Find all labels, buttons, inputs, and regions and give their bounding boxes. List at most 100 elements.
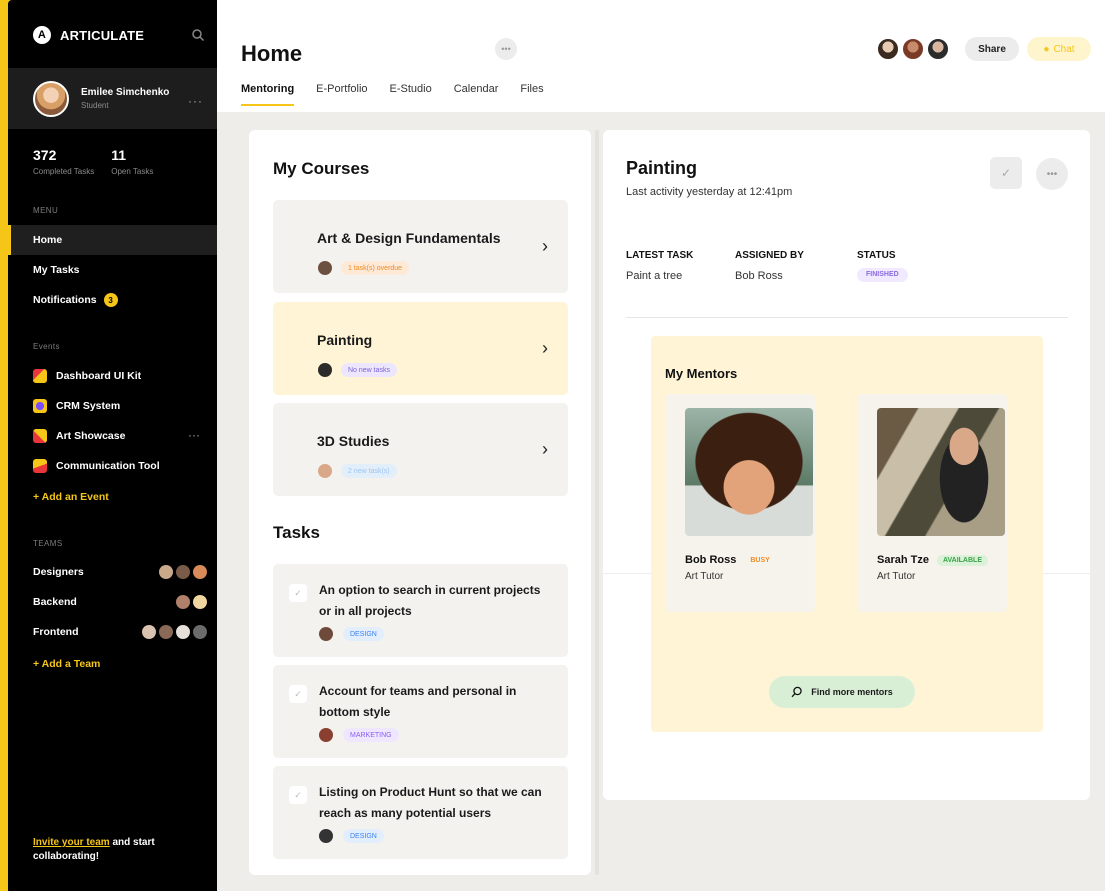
- user-name: Emilee Simchenko: [81, 87, 170, 98]
- courses-panel: My Courses Art & Design Fundamentals › 1…: [249, 130, 591, 875]
- brand[interactable]: A ARTICULATE: [33, 26, 144, 44]
- check-icon: ✓: [1000, 166, 1012, 180]
- mentor-name-text: Sarah Tze: [877, 554, 929, 566]
- courses-title: My Courses: [273, 159, 370, 178]
- team-label: Backend: [33, 596, 77, 608]
- team-backend[interactable]: Backend: [33, 595, 213, 609]
- divider: [626, 317, 1068, 318]
- event-item-dashboard-ui-kit[interactable]: Dashboard UI Kit: [33, 369, 141, 383]
- course-detail-panel: Painting Last activity yesterday at 12:4…: [603, 130, 1090, 800]
- find-more-label: Find more mentors: [811, 687, 893, 697]
- course-card[interactable]: Art & Design Fundamentals › 1 task(s) ov…: [273, 200, 568, 293]
- top-bar: Home ••• Mentoring E-Portfolio E-Studio …: [217, 0, 1105, 112]
- event-icon: [33, 369, 47, 383]
- assigned-by: ASSIGNED BY Bob Ross: [735, 250, 804, 282]
- add-team-link[interactable]: + Add a Team: [33, 658, 100, 670]
- nav-notifications[interactable]: Notifications 3: [8, 285, 217, 315]
- event-item-art-showcase[interactable]: Art Showcase: [33, 429, 125, 443]
- stat-label: Open Tasks: [111, 167, 154, 176]
- nav-label: My Tasks: [33, 264, 80, 276]
- more-button[interactable]: •••: [1036, 158, 1068, 190]
- detail-subtitle: Last activity yesterday at 12:41pm: [626, 186, 793, 198]
- event-icon: [33, 429, 47, 443]
- mentor-status-badge: BUSY: [750, 556, 770, 564]
- scrollbar[interactable]: [595, 130, 599, 875]
- task-tag: MARKETING: [343, 728, 399, 742]
- add-event-link[interactable]: + Add an Event: [33, 491, 109, 503]
- course-tag: 2 new task(s): [341, 464, 397, 478]
- task-title: Account for teams and personal in bottom…: [319, 684, 517, 719]
- mentor-photo: [685, 408, 813, 536]
- tab-calendar[interactable]: Calendar: [454, 83, 499, 106]
- team-avatars: [159, 565, 207, 579]
- more-icon[interactable]: •••: [495, 38, 517, 60]
- page-title: Home: [241, 41, 303, 66]
- share-button[interactable]: Share: [965, 37, 1019, 61]
- event-item-communication-tool[interactable]: Communication Tool: [33, 459, 160, 473]
- more-icon[interactable]: ···: [188, 94, 203, 108]
- nav-my-tasks[interactable]: My Tasks: [8, 255, 217, 285]
- chevron-right-icon: ›: [542, 338, 548, 358]
- avatar: [927, 38, 949, 60]
- course-title: 3D Studies: [317, 433, 390, 449]
- stat-completed: 372 Completed Tasks: [33, 147, 94, 176]
- course-title: Art & Design Fundamentals: [317, 230, 501, 246]
- team-label: Frontend: [33, 626, 79, 638]
- task-tag: DESIGN: [343, 627, 384, 641]
- status-badge: FINISHED: [857, 268, 908, 282]
- tab-mentoring[interactable]: Mentoring: [241, 83, 295, 106]
- mentors-title: My Mentors: [665, 366, 738, 381]
- nav-home[interactable]: Home: [8, 225, 217, 255]
- brand-name: ARTICULATE: [60, 27, 145, 43]
- search-icon: [791, 686, 802, 698]
- meta-label: ASSIGNED BY: [735, 250, 804, 261]
- mentor-role: Art Tutor: [685, 571, 724, 582]
- team-designers[interactable]: Designers: [33, 565, 213, 579]
- check-button[interactable]: ✓: [990, 157, 1022, 189]
- event-icon: [33, 399, 47, 413]
- event-item-crm-system[interactable]: CRM System: [33, 399, 120, 413]
- avatar: [877, 38, 899, 60]
- course-card[interactable]: Painting › No new tasks: [273, 302, 568, 395]
- checkbox[interactable]: ✓: [289, 685, 307, 703]
- event-label: Dashboard UI Kit: [56, 370, 142, 382]
- checkbox[interactable]: ✓: [289, 584, 307, 602]
- tab-e-studio[interactable]: E-Studio: [390, 83, 432, 106]
- search-icon[interactable]: [191, 28, 205, 42]
- mentor-card[interactable]: Sarah Tze AVAILABLE Art Tutor: [857, 394, 1007, 612]
- collaborator-avatars[interactable]: [877, 38, 949, 60]
- stat-value: 372: [33, 147, 57, 163]
- mentor-name: Bob Ross BUSY: [685, 554, 776, 566]
- task-card[interactable]: ✓ Account for teams and personal in bott…: [273, 665, 568, 758]
- stats: 372 Completed Tasks 11 Open Tasks: [33, 147, 153, 176]
- team-frontend[interactable]: Frontend: [33, 625, 213, 639]
- invite-link[interactable]: Invite your team: [33, 837, 110, 848]
- avatar: [33, 80, 69, 117]
- task-card[interactable]: ✓ Listing on Product Hunt so that we can…: [273, 766, 568, 859]
- course-title: Painting: [317, 332, 373, 348]
- event-label: CRM System: [56, 400, 121, 412]
- mentor-card[interactable]: Bob Ross BUSY Art Tutor: [665, 394, 815, 612]
- more-icon: •••: [1046, 168, 1058, 180]
- tab-e-portfolio[interactable]: E-Portfolio: [316, 83, 367, 106]
- chat-button[interactable]: ● Chat: [1027, 37, 1091, 61]
- chevron-right-icon: ›: [542, 236, 548, 256]
- meta-value: Bob Ross: [735, 270, 783, 282]
- course-tag: 1 task(s) overdue: [341, 261, 410, 275]
- latest-task: LATEST TASK Paint a tree: [626, 250, 693, 282]
- find-more-mentors-button[interactable]: Find more mentors: [769, 676, 915, 708]
- task-title: An option to search in current projects …: [319, 583, 541, 618]
- event-more-icon[interactable]: ···: [188, 428, 200, 442]
- user-profile[interactable]: Emilee Simchenko Student ···: [8, 68, 217, 129]
- tab-files[interactable]: Files: [520, 83, 543, 106]
- mentor-status-badge: AVAILABLE: [936, 554, 988, 566]
- teams-section-label: TEAMS: [33, 539, 63, 548]
- events-section-label: Events: [33, 342, 60, 351]
- event-icon: [33, 459, 47, 473]
- course-tag: No new tasks: [341, 363, 398, 377]
- task-card[interactable]: ✓ An option to search in current project…: [273, 564, 568, 657]
- checkbox[interactable]: ✓: [289, 786, 307, 804]
- mentors-panel: My Mentors Bob Ross BUSY Art Tutor Sarah …: [651, 336, 1043, 732]
- course-card[interactable]: 3D Studies › 2 new task(s): [273, 403, 568, 496]
- avatar: [319, 627, 333, 641]
